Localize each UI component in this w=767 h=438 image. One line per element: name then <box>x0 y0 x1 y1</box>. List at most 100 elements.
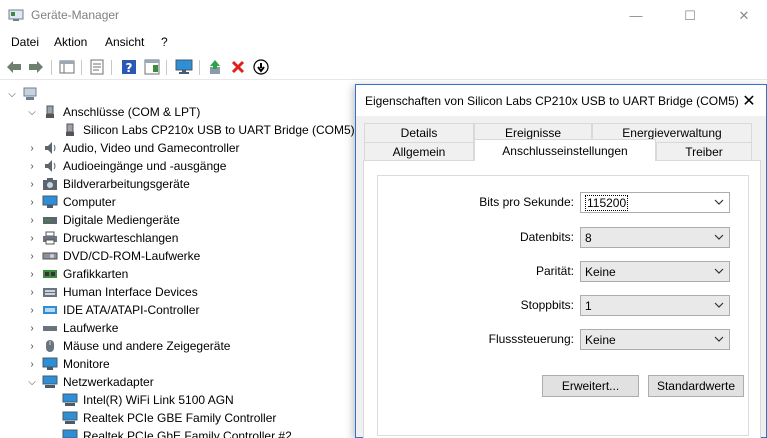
chevron-right-icon[interactable]: › <box>26 193 38 211</box>
tree-item-audio-io[interactable]: › Audioeingänge und -ausgänge <box>26 157 226 175</box>
select-value: 8 <box>585 230 592 245</box>
tab-allgemein[interactable]: Allgemein <box>364 142 474 161</box>
tree-root[interactable]: ⌵ <box>6 85 43 103</box>
toolbar-separator <box>51 60 52 75</box>
menu-datei[interactable]: Datei <box>11 35 39 49</box>
close-icon: ✕ <box>742 92 756 110</box>
uninstall-icon[interactable] <box>229 58 247 76</box>
select-value: 1 <box>585 298 592 313</box>
dvd-icon <box>42 249 58 263</box>
chevron-right-icon[interactable]: › <box>26 265 38 283</box>
back-arrow-icon[interactable] <box>5 58 23 76</box>
ide-controller-icon <box>42 303 58 317</box>
restore-defaults-button[interactable]: Standardwerte <box>648 375 744 397</box>
tree-item-hid[interactable]: › Human Interface Devices <box>26 283 197 301</box>
select-data-bits[interactable]: 8 <box>580 227 730 248</box>
chevron-right-icon[interactable]: › <box>26 355 38 373</box>
speaker-icon <box>42 141 58 155</box>
monitor-icon[interactable] <box>175 58 193 76</box>
action-pane-icon[interactable] <box>143 58 161 76</box>
chevron-right-icon[interactable]: › <box>26 301 38 319</box>
toolbar-separator <box>199 60 200 75</box>
chevron-right-icon[interactable]: › <box>26 337 38 355</box>
show-hide-console-tree-icon[interactable] <box>58 58 76 76</box>
chevron-right-icon[interactable]: › <box>26 211 38 229</box>
tree-item-monitors[interactable]: › Monitore <box>26 355 110 373</box>
tree-item-imaging[interactable]: › Bildverarbeitungsgeräte <box>26 175 190 193</box>
help-icon[interactable]: ? <box>120 58 138 76</box>
chevron-down-icon[interactable]: ⌵ <box>26 103 38 121</box>
label-flow-control: Flusssteuerung: <box>488 332 574 346</box>
tree-label: Bildverarbeitungsgeräte <box>63 177 190 191</box>
svg-text:?: ? <box>126 61 133 75</box>
tree-item-print-queues[interactable]: › Druckwarteschlangen <box>26 229 178 247</box>
camera-icon <box>42 177 58 191</box>
tab-anschlusseinstellungen[interactable]: Anschlusseinstellungen <box>474 139 656 161</box>
tree-item-graphics[interactable]: › Grafikkarten <box>26 265 128 283</box>
speaker-icon <box>42 159 58 173</box>
tree-item-intel-wifi[interactable]: Intel(R) WiFi Link 5100 AGN <box>62 391 234 409</box>
computer-icon <box>42 195 58 209</box>
label-parity: Parität: <box>535 264 574 278</box>
media-device-icon <box>42 213 58 227</box>
advanced-button[interactable]: Erweitert... <box>542 375 639 397</box>
select-flow-control[interactable]: Keine <box>580 329 730 350</box>
maximize-button[interactable]: ☐ <box>667 0 713 31</box>
menu-ansicht[interactable]: Ansicht <box>105 35 144 49</box>
toolbar-separator <box>111 60 112 75</box>
minimize-button[interactable]: — <box>613 0 659 31</box>
forward-arrow-icon[interactable] <box>27 58 45 76</box>
tree-label: Intel(R) WiFi Link 5100 AGN <box>83 393 234 407</box>
tree-item-realtek-1[interactable]: Realtek PCIe GBE Family Controller <box>62 409 276 427</box>
chevron-right-icon[interactable]: › <box>26 247 38 265</box>
computer-root-icon <box>22 87 38 101</box>
tree-item-drives[interactable]: › Laufwerke <box>26 319 118 337</box>
dialog-close-button[interactable]: ✕ <box>732 85 766 116</box>
tab-details[interactable]: Details <box>364 123 474 142</box>
tree-label: Mäuse und andere Zeigegeräte <box>63 339 231 353</box>
select-bits-per-second[interactable]: 115200 <box>580 192 730 213</box>
graphics-card-icon <box>42 267 58 281</box>
tree-item-anschluesse[interactable]: ⌵ Anschlüsse (COM & LPT) <box>26 103 200 121</box>
update-driver-icon[interactable] <box>206 58 224 76</box>
select-stop-bits[interactable]: 1 <box>580 295 730 316</box>
tree-item-digital-media[interactable]: › Digitale Mediengeräte <box>26 211 180 229</box>
tree-item-audio-video[interactable]: › Audio, Video und Gamecontroller <box>26 139 239 157</box>
chevron-right-icon[interactable]: › <box>26 139 38 157</box>
network-adapter-icon <box>62 393 78 407</box>
menu-bar: Datei Aktion Ansicht ? <box>0 31 767 53</box>
tree-label: Silicon Labs CP210x USB to UART Bridge (… <box>83 123 355 137</box>
menu-aktion[interactable]: Aktion <box>54 35 87 49</box>
disable-device-icon[interactable] <box>252 58 270 76</box>
tree-item-realtek-2[interactable]: Realtek PCIe GbE Family Controller #2 <box>62 427 292 438</box>
chevron-right-icon[interactable]: › <box>26 175 38 193</box>
close-button[interactable]: ✕ <box>721 0 767 31</box>
monitor-icon <box>42 357 58 371</box>
select-parity[interactable]: Keine <box>580 261 730 282</box>
chevron-right-icon[interactable]: › <box>26 319 38 337</box>
menu-help[interactable]: ? <box>161 35 168 49</box>
tree-item-silicon-labs[interactable]: Silicon Labs CP210x USB to UART Bridge (… <box>62 121 355 139</box>
tree-label: Grafikkarten <box>63 267 129 281</box>
port-icon <box>62 123 78 137</box>
select-value: 115200 <box>585 194 629 211</box>
tree-label: Digitale Mediengeräte <box>63 213 180 227</box>
tree-item-ide[interactable]: › IDE ATA/ATAPI-Controller <box>26 301 199 319</box>
tree-item-network[interactable]: ⌵ Netzwerkadapter <box>26 373 154 391</box>
properties-icon[interactable] <box>88 58 106 76</box>
chevron-right-icon[interactable]: › <box>26 229 38 247</box>
hid-icon <box>42 285 58 299</box>
chevron-down-icon <box>713 265 725 277</box>
chevron-down-icon[interactable]: ⌵ <box>26 373 38 391</box>
tree-item-computer[interactable]: › Computer <box>26 193 115 211</box>
tree-item-dvd[interactable]: › DVD/CD-ROM-Laufwerke <box>26 247 200 265</box>
toolbar-separator <box>81 60 82 75</box>
tree-item-mice[interactable]: › Mäuse und andere Zeigegeräte <box>26 337 230 355</box>
chevron-right-icon[interactable]: › <box>26 157 38 175</box>
tree-label: Monitore <box>63 357 110 371</box>
printer-icon <box>42 231 58 245</box>
chevron-down-icon[interactable]: ⌵ <box>6 85 18 103</box>
disk-drive-icon <box>42 321 58 335</box>
chevron-right-icon[interactable]: › <box>26 283 38 301</box>
tab-treiber[interactable]: Treiber <box>656 142 752 161</box>
